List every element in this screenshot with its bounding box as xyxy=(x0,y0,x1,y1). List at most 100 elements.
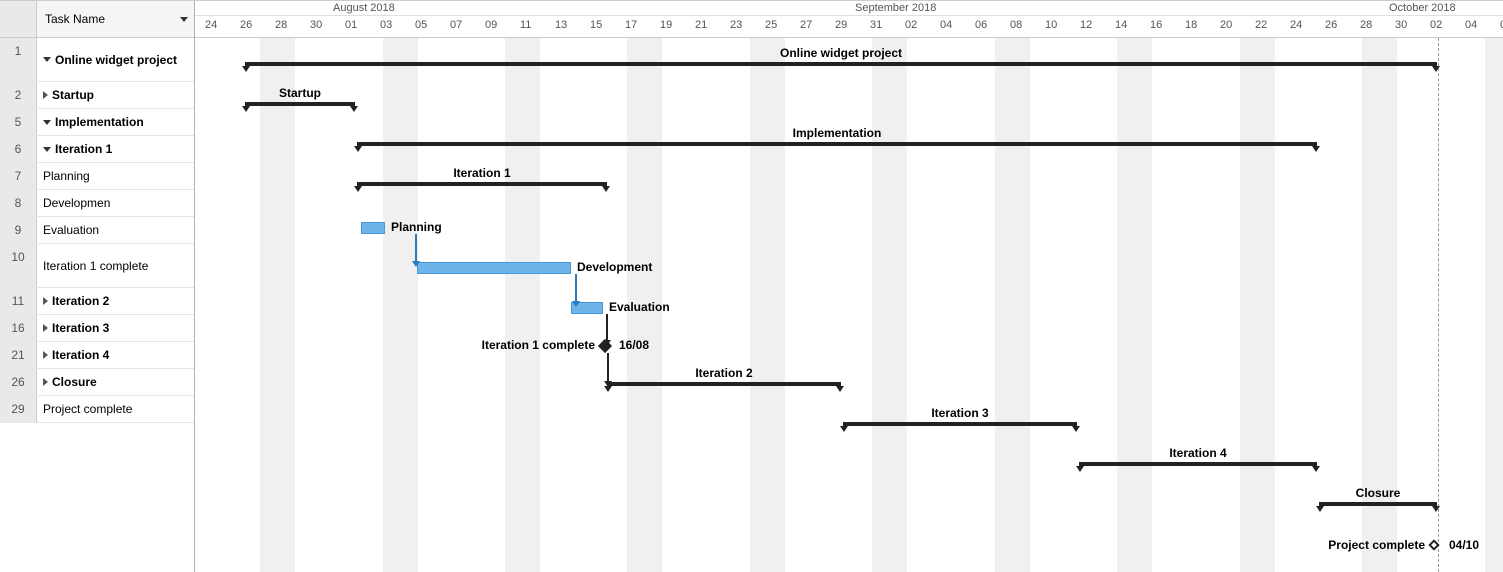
task-cell[interactable]: Iteration 1 complete xyxy=(37,244,194,287)
month-row: August 2018September 2018October 2018 xyxy=(195,1,1503,16)
day-tick: 14 xyxy=(1115,19,1127,31)
task-cell[interactable]: Online widget project xyxy=(37,38,194,81)
timeline-header: August 2018September 2018October 2018 24… xyxy=(195,1,1503,38)
collapse-icon[interactable] xyxy=(43,120,51,125)
day-tick: 16 xyxy=(1150,19,1162,31)
gantt-body[interactable]: Online widget projectStartupImplementati… xyxy=(195,38,1503,572)
task-row[interactable]: 21 Iteration 4 xyxy=(0,342,194,369)
row-number[interactable]: 16 xyxy=(0,315,37,341)
row-number[interactable]: 29 xyxy=(0,396,37,422)
dependency-line xyxy=(415,234,417,262)
task-row[interactable]: 6 Iteration 1 xyxy=(0,136,194,163)
weekend-band xyxy=(750,38,785,572)
expand-icon[interactable] xyxy=(43,324,48,332)
task-cell[interactable]: Iteration 4 xyxy=(37,342,194,368)
row-number[interactable]: 2 xyxy=(0,82,37,108)
expand-icon[interactable] xyxy=(43,378,48,386)
closure-summary-bar[interactable] xyxy=(1319,502,1437,510)
day-tick: 24 xyxy=(1290,19,1302,31)
day-tick: 17 xyxy=(625,19,637,31)
collapse-icon[interactable] xyxy=(43,57,51,62)
row-number[interactable]: 9 xyxy=(0,217,37,243)
task-row[interactable]: 16Iteration 3 xyxy=(0,315,194,342)
day-tick: 20 xyxy=(1220,19,1232,31)
planning-label: Planning xyxy=(391,220,442,234)
month-label: August 2018 xyxy=(333,2,395,14)
gantt-panel[interactable]: August 2018September 2018October 2018 24… xyxy=(195,1,1503,572)
task-row[interactable]: 9Evaluation xyxy=(0,217,194,244)
month-label: September 2018 xyxy=(855,2,936,14)
task-cell[interactable]: Evaluation xyxy=(37,217,194,243)
task-row[interactable]: 29 Project complete xyxy=(0,396,194,423)
implementation-summary-bar[interactable] xyxy=(357,142,1317,150)
expand-icon[interactable] xyxy=(43,297,48,305)
development-label: Development xyxy=(577,260,652,274)
iteration-3-summary-bar[interactable] xyxy=(843,422,1077,430)
task-row[interactable]: 1Online widget project xyxy=(0,38,194,82)
dropdown-icon[interactable] xyxy=(180,17,188,22)
col-label: Task Name xyxy=(45,12,105,26)
task-row[interactable]: 11Iteration 2 xyxy=(0,288,194,315)
arrow-down-icon xyxy=(412,261,420,267)
day-tick: 27 xyxy=(800,19,812,31)
task-cell[interactable]: Iteration 1 xyxy=(37,136,194,162)
task-label: Iteration 1 xyxy=(55,142,112,156)
dependency-line xyxy=(606,314,608,341)
day-tick: 26 xyxy=(1325,19,1337,31)
day-tick: 06 xyxy=(975,19,987,31)
task-cell[interactable]: Startup xyxy=(37,82,194,108)
row-number[interactable]: 8 xyxy=(0,190,37,216)
planning-task-bar[interactable] xyxy=(361,222,385,234)
iteration-2-summary-bar[interactable] xyxy=(607,382,841,390)
row-number[interactable]: 7 xyxy=(0,163,37,189)
startup-summary-bar[interactable] xyxy=(245,102,355,110)
day-tick: 25 xyxy=(765,19,777,31)
row-number[interactable]: 11 xyxy=(0,288,37,314)
task-cell[interactable]: Iteration 3 xyxy=(37,315,194,341)
task-row[interactable]: 10Iteration 1 complete xyxy=(0,244,194,288)
day-tick: 19 xyxy=(660,19,672,31)
task-cell[interactable]: Implementation xyxy=(37,109,194,135)
task-label: Project complete xyxy=(43,402,132,416)
arrow-down-icon xyxy=(604,381,612,387)
iteration-2-label: Iteration 2 xyxy=(695,366,752,380)
task-row[interactable]: 2Startup xyxy=(0,82,194,109)
row-number[interactable]: 6 xyxy=(0,136,37,162)
project-summary-bar[interactable] xyxy=(245,62,1437,70)
expand-icon[interactable] xyxy=(43,351,48,359)
iteration-4-summary-bar[interactable] xyxy=(1079,462,1317,470)
task-row[interactable]: 5Implementation xyxy=(0,109,194,136)
iteration-4-label: Iteration 4 xyxy=(1169,446,1226,460)
task-cell[interactable]: Iteration 2 xyxy=(37,288,194,314)
collapse-icon[interactable] xyxy=(43,147,51,152)
day-tick: 11 xyxy=(520,19,531,31)
expand-icon[interactable] xyxy=(43,91,48,99)
day-tick: 03 xyxy=(380,19,392,31)
day-tick: 04 xyxy=(940,19,952,31)
task-name-column-header[interactable]: Task Name xyxy=(37,1,194,37)
day-row: 2426283001030507091113151719212325272931… xyxy=(195,16,1503,38)
task-cell[interactable]: Closure xyxy=(37,369,194,395)
row-number[interactable]: 1 xyxy=(0,38,37,81)
weekend-band xyxy=(260,38,295,572)
row-number[interactable]: 5 xyxy=(0,109,37,135)
row-number[interactable]: 21 xyxy=(0,342,37,368)
day-tick: 29 xyxy=(835,19,847,31)
task-row[interactable]: 26Closure xyxy=(0,369,194,396)
task-row[interactable]: 7Planning xyxy=(0,163,194,190)
day-tick: 30 xyxy=(1395,19,1407,31)
day-tick: 13 xyxy=(555,19,567,31)
development-task-bar[interactable] xyxy=(417,262,571,274)
task-label: Iteration 4 xyxy=(52,348,109,362)
weekend-band xyxy=(1485,38,1503,572)
iteration-1-summary-bar[interactable] xyxy=(357,182,607,190)
day-tick: 04 xyxy=(1465,19,1477,31)
task-cell[interactable]: Developmen xyxy=(37,190,194,216)
row-number-header[interactable] xyxy=(0,1,37,37)
row-number[interactable]: 26 xyxy=(0,369,37,395)
row-number[interactable]: 10 xyxy=(0,244,37,287)
task-row[interactable]: 8Developmen xyxy=(0,190,194,217)
task-cell[interactable]: Planning xyxy=(37,163,194,189)
iteration-1-complete-label: Iteration 1 complete xyxy=(455,338,595,352)
task-cell[interactable]: Project complete xyxy=(37,396,194,422)
